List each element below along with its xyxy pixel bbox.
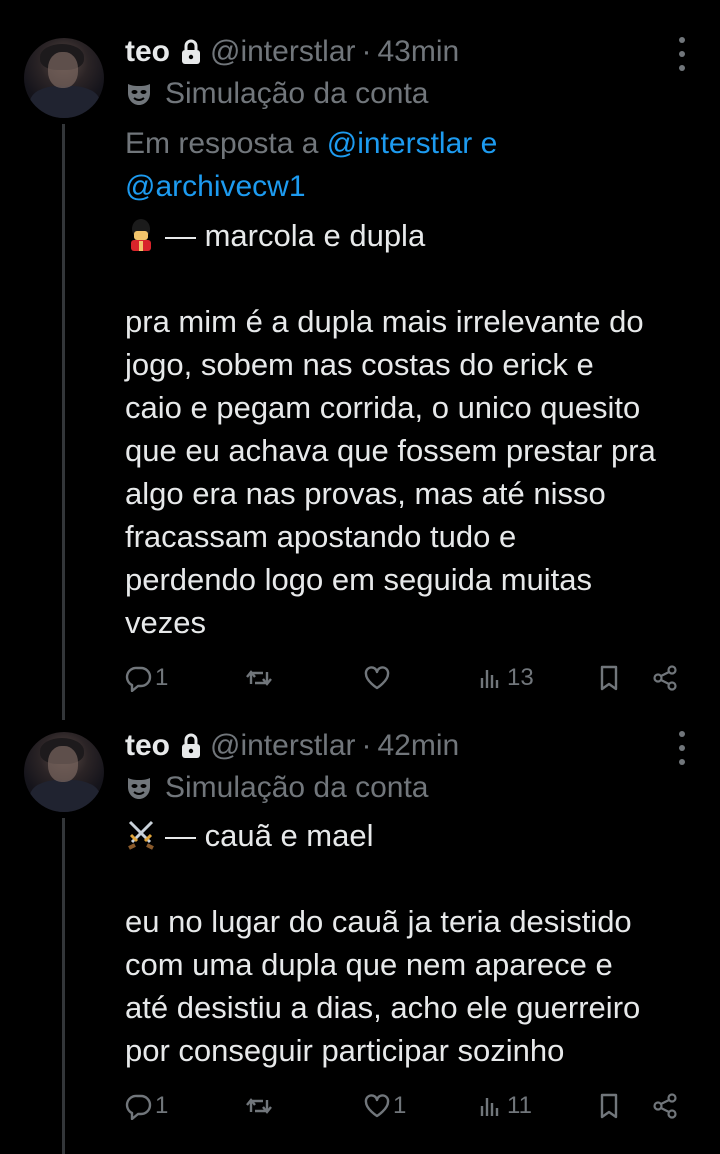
share-button[interactable] xyxy=(651,658,679,698)
tweet-line: com uma dupla que nem aparece e xyxy=(125,947,613,982)
tweet-text: — cauã e mael eu no lugar do cauã ja ter… xyxy=(125,814,700,1072)
reply-button[interactable]: 1 xyxy=(125,658,168,698)
share-button[interactable] xyxy=(651,1086,679,1126)
tweet-title-line: — marcola e dupla xyxy=(125,214,700,257)
like-count: 1 xyxy=(393,1092,407,1119)
heart-icon xyxy=(364,1094,390,1118)
like-button[interactable]: 1 xyxy=(363,1086,406,1126)
avatar[interactable] xyxy=(24,732,104,812)
simulation-label: Simulação da conta xyxy=(165,771,429,804)
views-icon xyxy=(480,670,499,688)
simulation-label-row: Simulação da conta xyxy=(125,74,429,114)
thread-line xyxy=(62,124,65,720)
tweet-actions: 1 1 11 xyxy=(125,1086,685,1126)
tweet-line: vezes xyxy=(125,605,206,640)
reply-and: e xyxy=(480,127,498,160)
title-text: — cauã e mael xyxy=(165,818,374,853)
reply-icon xyxy=(125,1094,152,1120)
reply-icon xyxy=(125,666,152,692)
retweet-icon xyxy=(246,1098,272,1114)
more-options-icon[interactable] xyxy=(678,37,686,71)
like-button[interactable] xyxy=(363,658,393,698)
tweet-text: — marcola e dupla pra mim é a dupla mais… xyxy=(125,214,700,644)
user-handle[interactable]: @interstlar xyxy=(210,35,356,69)
reply-context: Em resposta a @interstlar e @archivecw1 xyxy=(125,122,685,208)
timestamp[interactable]: 43min xyxy=(378,35,460,69)
timestamp[interactable]: 42min xyxy=(378,729,460,763)
reply-prefix: Em resposta a xyxy=(125,127,319,160)
tweet-line: até desistiu a dias, acho ele guerreiro xyxy=(125,990,641,1025)
reply-button[interactable]: 1 xyxy=(125,1086,168,1126)
lock-icon xyxy=(182,733,200,758)
views-button[interactable]: 13 xyxy=(477,658,534,698)
more-options-icon[interactable] xyxy=(678,731,686,765)
bookmark-button[interactable] xyxy=(595,1086,623,1126)
crossed-swords-emoji-icon xyxy=(128,820,154,850)
tweet-actions: 1 13 xyxy=(125,658,685,698)
views-icon xyxy=(480,1098,499,1116)
bookmark-button[interactable] xyxy=(595,658,623,698)
mask-icon xyxy=(128,778,150,799)
title-text: — marcola e dupla xyxy=(165,218,426,253)
tweet-line: jogo, sobem nas costas do erick e xyxy=(125,347,594,382)
mask-icon xyxy=(128,84,150,105)
views-count: 13 xyxy=(507,664,534,691)
tweet-line: perdendo logo em seguida muitas xyxy=(125,562,593,597)
tweet-line: caio e pegam corrida, o unico quesito xyxy=(125,390,641,425)
retweet-button[interactable] xyxy=(245,1086,275,1126)
retweet-button[interactable] xyxy=(245,658,275,698)
lock-icon xyxy=(182,39,200,64)
simulation-label: Simulação da conta xyxy=(165,77,429,110)
tweet-line: algo era nas provas, mas até nisso xyxy=(125,476,606,511)
tweet-header: teo @interstlar · 43min xyxy=(125,32,459,72)
tweet-line: por conseguir participar sozinho xyxy=(125,1033,565,1068)
share-icon xyxy=(653,1093,677,1119)
guard-emoji-icon xyxy=(131,219,151,251)
tweet-line: fracassam apostando tudo e xyxy=(125,519,517,554)
tweet-title-line: — cauã e mael xyxy=(125,814,700,857)
views-button[interactable]: 11 xyxy=(477,1086,532,1126)
views-count: 11 xyxy=(507,1092,532,1119)
tweet-line: eu no lugar do cauã ja teria desistido xyxy=(125,904,632,939)
bookmark-icon xyxy=(600,665,618,691)
share-icon xyxy=(653,665,677,691)
user-handle[interactable]: @interstlar xyxy=(210,729,356,763)
display-name[interactable]: teo xyxy=(125,35,170,69)
separator-dot: · xyxy=(361,35,372,68)
heart-icon xyxy=(364,666,390,690)
tweet-line: pra mim é a dupla mais irrelevante do xyxy=(125,304,644,339)
tweet-line: que eu achava que fossem prestar pra xyxy=(125,433,656,468)
mention-link[interactable]: @archivecw1 xyxy=(125,170,306,203)
tweet-header: teo @interstlar · 42min xyxy=(125,726,459,766)
retweet-icon xyxy=(246,670,272,686)
separator-dot: · xyxy=(361,729,372,762)
thread-line xyxy=(62,818,65,1154)
avatar[interactable] xyxy=(24,38,104,118)
bookmark-icon xyxy=(600,1093,618,1119)
reply-count: 1 xyxy=(155,664,169,691)
display-name[interactable]: teo xyxy=(125,729,170,763)
reply-count: 1 xyxy=(155,1092,169,1119)
mention-link[interactable]: @interstlar xyxy=(327,127,473,160)
simulation-label-row: Simulação da conta xyxy=(125,768,429,808)
